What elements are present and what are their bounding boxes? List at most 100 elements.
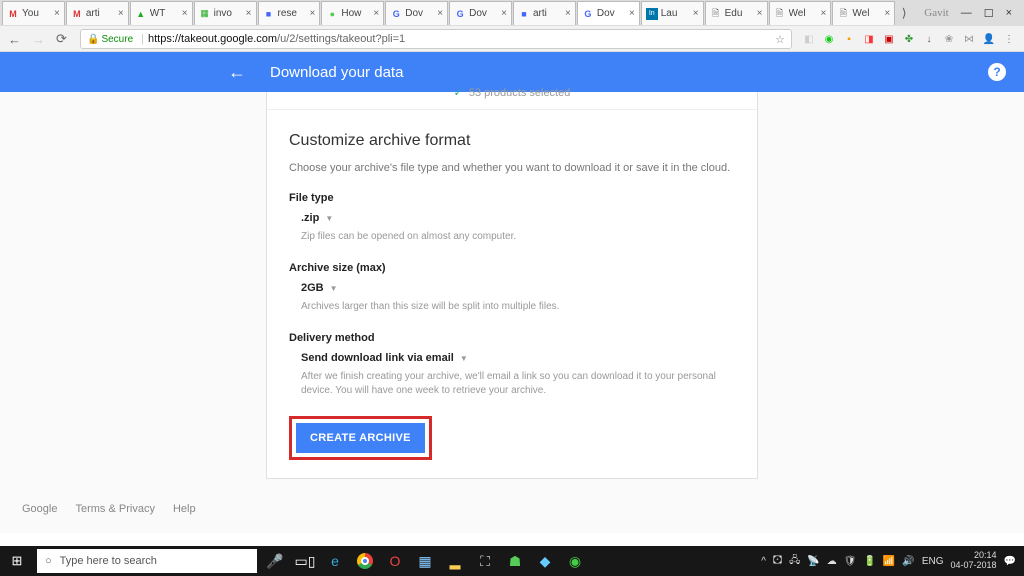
tab-3[interactable]: ▦invo× — [194, 1, 257, 25]
google-icon: G — [454, 8, 466, 20]
edge-icon[interactable]: e — [320, 546, 350, 576]
profile-icon[interactable]: 👤 — [982, 32, 996, 46]
tray-icon[interactable]: 🖧 — [789, 553, 800, 570]
tray-icon[interactable]: 🖸 — [773, 553, 782, 570]
app-icon[interactable]: ☗ — [500, 546, 530, 576]
secure-indicator: 🔒Secure — [87, 34, 133, 45]
footer-terms[interactable]: Terms & Privacy — [75, 503, 154, 515]
section-desc: Choose your archive's file type and whet… — [289, 162, 735, 174]
volume-icon[interactable]: 🔊 — [902, 556, 914, 567]
reload-button[interactable]: ⟳ — [56, 31, 70, 47]
archive-size-field: Archive size (max) 2GB▼ Archives larger … — [289, 262, 735, 314]
app-icon[interactable]: ◉ — [560, 546, 590, 576]
tab-7[interactable]: GDov× — [449, 1, 512, 25]
footer-help[interactable]: Help — [173, 503, 196, 515]
explorer-icon[interactable]: ▂ — [440, 546, 470, 576]
help-button[interactable]: ? — [988, 63, 1006, 81]
tab-4[interactable]: ■rese× — [258, 1, 321, 25]
tray-chevron-icon[interactable]: ^ — [761, 556, 766, 567]
taskbar-search[interactable]: ○Type here to search — [37, 549, 257, 573]
tab-2[interactable]: ▲WT× — [130, 1, 193, 25]
close-icon[interactable]: × — [821, 8, 827, 19]
chrome-icon[interactable] — [350, 546, 380, 576]
language-indicator[interactable]: ENG — [922, 556, 944, 567]
chevron-down-icon: ▼ — [460, 354, 468, 363]
tray-icon[interactable]: 📡 — [807, 556, 819, 567]
close-icon[interactable]: × — [629, 8, 635, 19]
tab-11[interactable]: 🗎Edu× — [705, 1, 768, 25]
tab-6[interactable]: GDov× — [385, 1, 448, 25]
intuit-icon: In — [646, 8, 658, 20]
close-icon[interactable]: × — [693, 8, 699, 19]
tab-13[interactable]: 🗎Wel× — [832, 1, 895, 25]
delivery-select[interactable]: Send download link via email▼ — [289, 352, 735, 364]
status-row: ✓53 products selected — [267, 92, 757, 110]
delivery-help: After we finish creating your archive, w… — [289, 370, 735, 398]
bookmark-icon[interactable]: ☆ — [775, 33, 785, 46]
opera-icon[interactable]: O — [380, 546, 410, 576]
ext-icon[interactable]: ✤ — [902, 32, 916, 46]
docs-icon: ■ — [518, 8, 530, 20]
lock-icon: 🔒 — [87, 34, 99, 45]
downloads-icon[interactable]: ↓ — [922, 32, 936, 46]
footer-google[interactable]: Google — [22, 503, 57, 515]
close-icon[interactable]: × — [884, 8, 890, 19]
tab-0[interactable]: MYou× — [2, 1, 65, 25]
ext-icon[interactable]: ▪ — [842, 32, 856, 46]
address-bar[interactable]: 🔒Secure | https://takeout.google.com/u/2… — [80, 29, 792, 49]
status-text: 53 products selected — [469, 87, 571, 99]
close-icon[interactable]: × — [310, 8, 316, 19]
ext-icon[interactable]: ⋈ — [962, 32, 976, 46]
app-icon[interactable]: ◆ — [530, 546, 560, 576]
ext-icon[interactable]: ◧ — [802, 32, 816, 46]
maximize-button[interactable]: ☐ — [984, 7, 994, 20]
taskview-icon[interactable]: ▭▯ — [290, 546, 320, 576]
wifi-icon[interactable]: 📶 — [883, 556, 895, 567]
close-icon[interactable]: × — [757, 8, 763, 19]
clock[interactable]: 20:14 04-07-2018 — [951, 551, 997, 571]
menu-icon[interactable]: ⋮ — [1002, 32, 1016, 46]
tray-icon[interactable]: ☁ — [827, 556, 837, 567]
start-button[interactable]: ⊞ — [0, 546, 34, 576]
tab-8[interactable]: ■arti× — [513, 1, 576, 25]
tab-9[interactable]: GDov× — [577, 1, 640, 25]
chevron-down-icon: ▼ — [330, 284, 338, 293]
minimize-button[interactable]: — — [961, 7, 972, 20]
close-icon[interactable]: × — [373, 8, 379, 19]
store-icon[interactable]: ⛶ — [470, 546, 500, 576]
delivery-method-field: Delivery method Send download link via e… — [289, 332, 735, 398]
ext-icon[interactable]: ❀ — [942, 32, 956, 46]
tab-12[interactable]: 🗎Wel× — [769, 1, 832, 25]
ext-icon[interactable]: ▣ — [882, 32, 896, 46]
new-tab-button[interactable]: ⟩ — [896, 6, 912, 20]
check-icon: ✓ — [454, 86, 463, 99]
highlight-annotation: CREATE ARCHIVE — [289, 416, 432, 460]
back-button[interactable]: ← — [8, 32, 22, 47]
mic-icon[interactable]: 🎤 — [260, 546, 290, 576]
close-icon[interactable]: × — [118, 8, 124, 19]
close-icon[interactable]: × — [182, 8, 188, 19]
tray-icon[interactable]: 🔋 — [863, 556, 875, 567]
notifications-icon[interactable]: 💬 — [1004, 556, 1016, 567]
ext-icon[interactable]: ◨ — [862, 32, 876, 46]
ext-icon[interactable]: ◉ — [822, 32, 836, 46]
address-row: ← → ⟳ 🔒Secure | https://takeout.google.c… — [0, 26, 1024, 52]
close-icon[interactable]: × — [437, 8, 443, 19]
tab-5[interactable]: ●How× — [321, 1, 384, 25]
tab-10[interactable]: InLau× — [641, 1, 704, 25]
close-window-button[interactable]: × — [1006, 7, 1012, 20]
close-icon[interactable]: × — [246, 8, 252, 19]
delivery-label: Delivery method — [289, 332, 735, 344]
header-back-button[interactable]: ← — [228, 62, 246, 83]
tab-1[interactable]: Marti× — [66, 1, 129, 25]
tray-icon[interactable]: 🛡 — [844, 556, 857, 567]
app-icon[interactable]: ▦ — [410, 546, 440, 576]
close-icon[interactable]: × — [565, 8, 571, 19]
close-icon[interactable]: × — [54, 8, 60, 19]
file-type-select[interactable]: .zip▼ — [289, 212, 735, 224]
archive-size-select[interactable]: 2GB▼ — [289, 282, 735, 294]
gmail-icon: M — [7, 8, 19, 20]
close-icon[interactable]: × — [501, 8, 507, 19]
create-archive-button[interactable]: CREATE ARCHIVE — [296, 423, 425, 453]
archive-card: ✓53 products selected Customize archive … — [266, 92, 758, 479]
